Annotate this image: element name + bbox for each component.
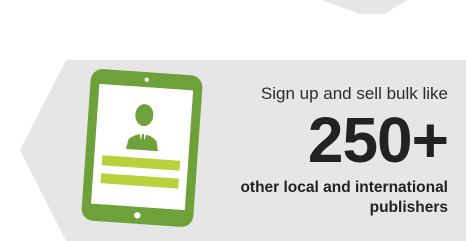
promo-copy: Sign up and sell bulk like 250+ other lo… (188, 84, 449, 218)
publisher-count: 250+ (307, 104, 449, 176)
tablet-with-user-icon (81, 69, 203, 227)
promo-subline-2: publishers (369, 199, 448, 216)
promo-subline-1: other local and international (240, 179, 448, 196)
previous-panel-tip (322, 0, 408, 14)
promo-banner: Sign up and sell bulk like 250+ other lo… (0, 0, 466, 241)
promo-tagline: Sign up and sell bulk like (260, 84, 448, 103)
